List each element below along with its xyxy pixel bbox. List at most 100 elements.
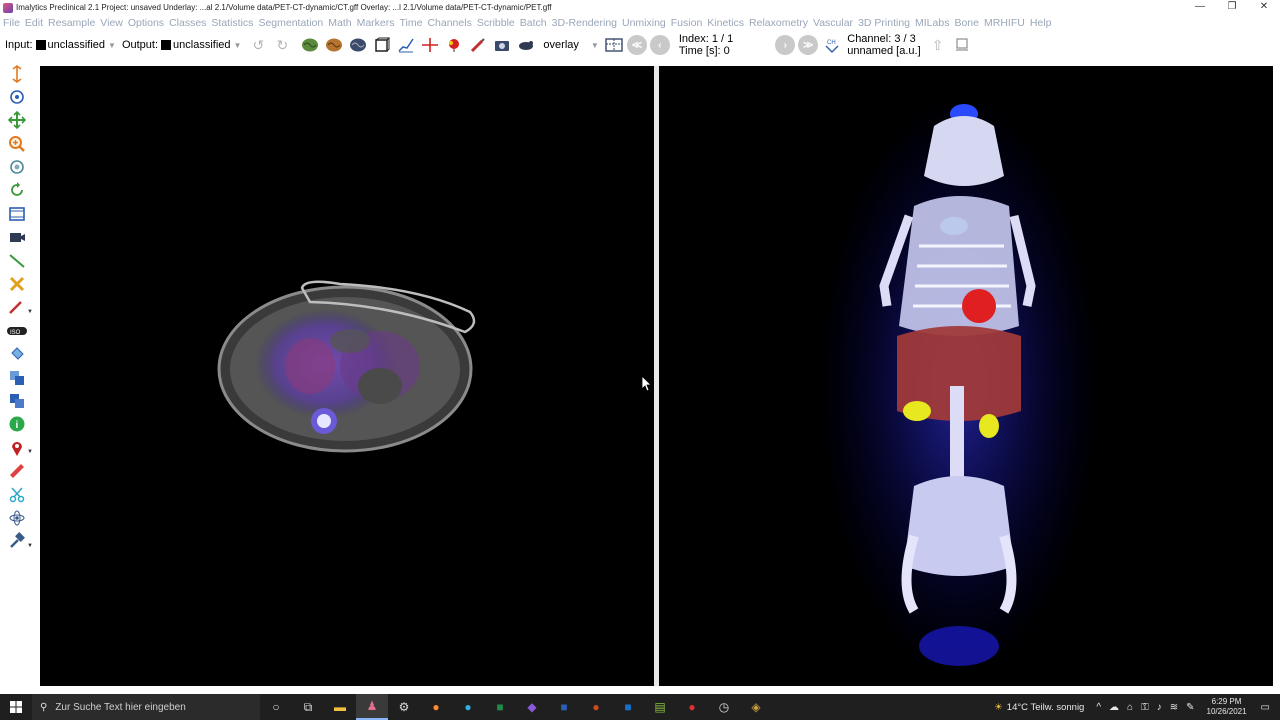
menu-milabs[interactable]: MILabs — [915, 17, 949, 29]
menu-batch[interactable]: Batch — [520, 17, 547, 29]
marker-pin-icon[interactable]: ▼ — [5, 437, 33, 458]
outlook-icon[interactable]: ■ — [612, 694, 644, 720]
first-frame-button[interactable]: ≪ — [626, 35, 647, 55]
copy-layer-icon[interactable] — [5, 367, 29, 388]
taskbar-search-box[interactable]: ⚲ Zur Suche Text hier eingeben — [32, 694, 260, 720]
brain-atlas-icon[interactable] — [323, 34, 345, 56]
menu-time[interactable]: Time — [400, 17, 423, 29]
visual-studio-icon[interactable]: ◆ — [516, 694, 548, 720]
menu-mrhifu[interactable]: MRHIFU — [984, 17, 1025, 29]
app-clock-icon[interactable]: ◷ — [708, 694, 740, 720]
menu-statistics[interactable]: Statistics — [211, 17, 253, 29]
brush-icon[interactable] — [467, 34, 489, 56]
overlay-mode-select[interactable]: overlay ▼ — [543, 39, 598, 51]
menu-markers[interactable]: Markers — [357, 17, 395, 29]
menu-kinetics[interactable]: Kinetics — [707, 17, 744, 29]
color-palette-icon[interactable] — [443, 34, 465, 56]
menu-file[interactable]: File — [3, 17, 20, 29]
close-button[interactable]: ✕ — [1248, 0, 1280, 15]
zoom-icon[interactable] — [5, 133, 29, 154]
minimize-button[interactable]: — — [1184, 0, 1216, 15]
pan-move-icon[interactable] — [5, 110, 29, 131]
window-level-icon[interactable] — [5, 63, 29, 84]
channel-up-icon[interactable]: ⇧ — [927, 34, 949, 56]
info-icon[interactable]: i — [5, 414, 29, 435]
merge-layer-icon[interactable] — [5, 390, 29, 411]
volume-rendering-viewport[interactable] — [659, 66, 1273, 686]
menu-scribble[interactable]: Scribble — [477, 17, 515, 29]
input-class-select[interactable]: unclassified ▼ — [35, 37, 116, 53]
edge-browser-icon[interactable]: ● — [452, 694, 484, 720]
next-frame-button[interactable]: › — [775, 35, 796, 55]
menu-unmixing[interactable]: Unmixing — [622, 17, 666, 29]
volume-cube-icon[interactable] — [371, 34, 393, 56]
powerpoint-icon[interactable]: ● — [580, 694, 612, 720]
weather-widget[interactable]: ☀ 14°C Teilw. sonnig — [994, 702, 1084, 713]
iso-surface-icon[interactable]: ISO — [5, 320, 29, 341]
chevron-up-icon[interactable]: ^ — [1096, 702, 1101, 713]
slice-frame-icon[interactable] — [5, 203, 29, 224]
wifi-icon[interactable]: ≋ — [1170, 702, 1178, 713]
output-class-select[interactable]: unclassified ▼ — [161, 37, 241, 53]
rotate-icon[interactable] — [5, 180, 29, 201]
menu-vascular[interactable]: Vascular — [813, 17, 853, 29]
brain-segment-icon[interactable] — [299, 34, 321, 56]
onedrive-icon[interactable]: ☁ — [1109, 702, 1119, 713]
file-explorer-icon[interactable]: ▬ — [324, 694, 356, 720]
maximize-button[interactable]: ❐ — [1216, 0, 1248, 15]
menu-classes[interactable]: Classes — [169, 17, 206, 29]
word-icon[interactable]: ■ — [548, 694, 580, 720]
firefox-icon[interactable]: ● — [420, 694, 452, 720]
brain-view-icon[interactable] — [347, 34, 369, 56]
last-frame-button[interactable]: ≫ — [798, 35, 819, 55]
menu-relaxometry[interactable]: Relaxometry — [749, 17, 808, 29]
menu-options[interactable]: Options — [128, 17, 164, 29]
volume-icon[interactable]: ♪ — [1157, 702, 1162, 713]
excel-icon[interactable]: ■ — [484, 694, 516, 720]
undo-icon[interactable]: ↺ — [247, 34, 269, 56]
rotate-3d-icon[interactable] — [5, 157, 29, 178]
menu-help[interactable]: Help — [1030, 17, 1052, 29]
app-gear-icon[interactable]: ⚙ — [388, 694, 420, 720]
menu-channels[interactable]: Channels — [427, 17, 471, 29]
taskbar-clock[interactable]: 6:29 PM 10/26/2021 — [1207, 697, 1247, 717]
crosshair-icon[interactable] — [419, 34, 441, 56]
atom-settings-icon[interactable] — [5, 507, 29, 528]
menu-bone[interactable]: Bone — [954, 17, 979, 29]
scissors-icon[interactable] — [5, 484, 29, 505]
menu-view[interactable]: View — [100, 17, 123, 29]
multi-point-icon[interactable] — [5, 274, 29, 295]
export-icon[interactable] — [951, 34, 973, 56]
previous-frame-button[interactable]: ‹ — [649, 35, 670, 55]
menu-math[interactable]: Math — [328, 17, 351, 29]
fill-bucket-icon[interactable] — [5, 344, 29, 365]
windows-start-button[interactable] — [0, 694, 32, 720]
mouse-view-icon[interactable] — [515, 34, 537, 56]
pen-icon[interactable]: ✎ — [1186, 702, 1194, 713]
menu-fusion[interactable]: Fusion — [671, 17, 703, 29]
app-red-circle-icon[interactable]: ● — [676, 694, 708, 720]
menu-resample[interactable]: Resample — [48, 17, 95, 29]
imalytics-app-icon[interactable]: ♟ — [356, 694, 388, 720]
task-view-icon[interactable]: ⧉ — [292, 694, 324, 720]
pencil-draw-icon[interactable]: ▼ — [5, 297, 33, 318]
layout-grid-icon[interactable] — [603, 34, 625, 56]
redo-icon[interactable]: ↻ — [271, 34, 293, 56]
channel-switch-icon[interactable]: CH — [821, 34, 843, 56]
menu-segmentation[interactable]: Segmentation — [258, 17, 323, 29]
app-diamond-icon[interactable]: ◈ — [740, 694, 772, 720]
line-measure-icon[interactable] — [5, 250, 29, 271]
app-tray-icon[interactable]: ⚿ — [1141, 702, 1149, 713]
menu-3d-rendering[interactable]: 3D-Rendering — [552, 17, 617, 29]
transverse-slice-viewport[interactable] — [40, 66, 654, 686]
center-target-icon[interactable] — [5, 86, 29, 107]
cortana-icon[interactable]: ○ — [260, 694, 292, 720]
menu-3d-printing[interactable]: 3D Printing — [858, 17, 910, 29]
histogram-icon[interactable] — [395, 34, 417, 56]
camera-snapshot-icon[interactable] — [491, 34, 513, 56]
hammer-tool-icon[interactable]: ▼ — [5, 531, 33, 552]
video-capture-icon[interactable] — [5, 227, 29, 248]
notepad-icon[interactable]: ▤ — [644, 694, 676, 720]
ruler-icon[interactable] — [5, 461, 29, 482]
menu-edit[interactable]: Edit — [25, 17, 43, 29]
